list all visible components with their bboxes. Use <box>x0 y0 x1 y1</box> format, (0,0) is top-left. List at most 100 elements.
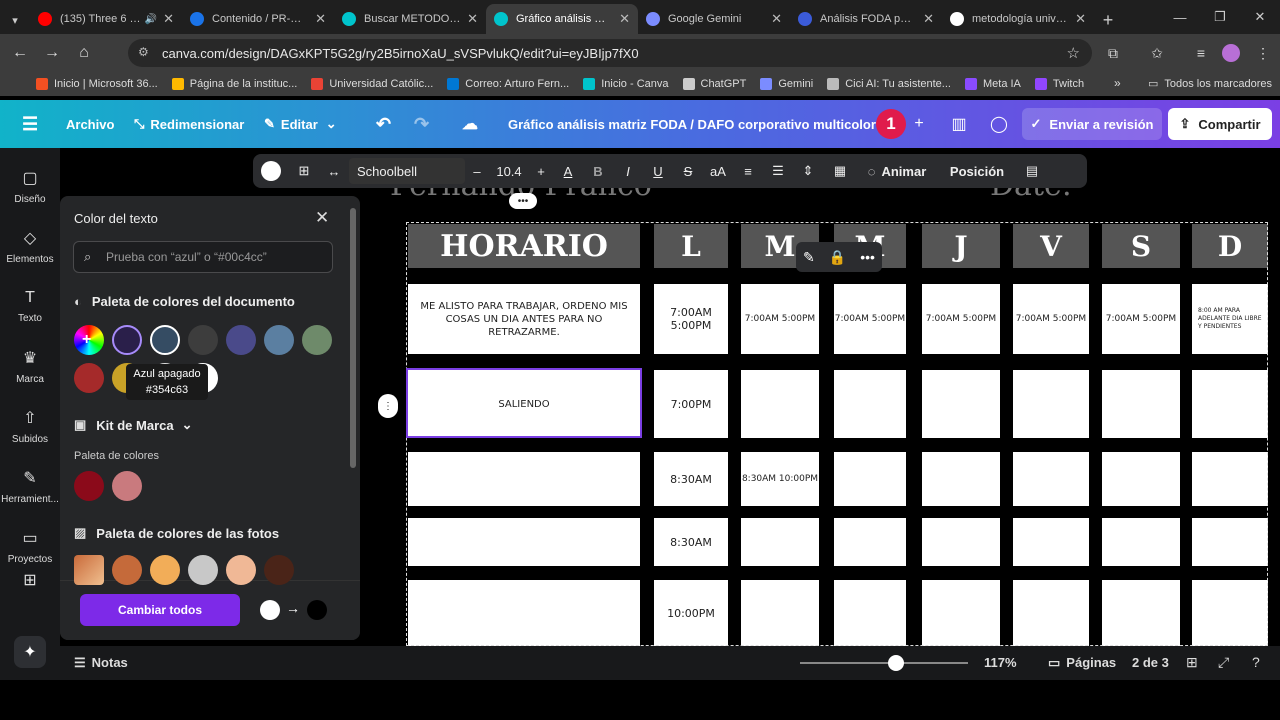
zoom-slider-thumb[interactable] <box>887 655 904 671</box>
undo-icon[interactable]: ↶ <box>376 100 391 148</box>
brand-color-swatch[interactable] <box>74 471 104 501</box>
close-icon[interactable]: ✕ <box>315 208 329 228</box>
analytics-icon[interactable]: ▥ <box>944 109 974 139</box>
rail-text[interactable]: T Texto <box>0 278 60 334</box>
table-icon[interactable]: ⊞ <box>289 154 319 188</box>
zoom-level[interactable]: 117% <box>984 655 1017 670</box>
photo-color-swatch[interactable] <box>112 555 142 585</box>
maximize-icon[interactable]: ❐ <box>1200 0 1240 34</box>
bookmark-star-icon[interactable]: ☆ <box>1067 44 1080 62</box>
italic-icon[interactable]: I <box>613 154 643 188</box>
magic-edit-icon[interactable]: ✎ <box>803 249 815 266</box>
decrease-size-button[interactable]: – <box>465 154 489 188</box>
row-handle[interactable]: ⋮ <box>378 394 398 418</box>
more-options-pill[interactable]: ••• <box>509 193 537 209</box>
media-icon[interactable]: ≡ <box>1186 38 1216 68</box>
photo-color-swatch[interactable] <box>264 555 294 585</box>
brand-color-swatch[interactable] <box>112 471 142 501</box>
menu-archivo[interactable]: Archivo <box>66 100 114 148</box>
gradient-swatch[interactable] <box>112 325 142 355</box>
tab-close-icon[interactable]: ✕ <box>315 11 326 27</box>
site-info-icon[interactable]: ⚙ <box>138 45 154 61</box>
browser-tab[interactable]: Contenido / PR-METO ✕ <box>182 4 334 34</box>
bold-icon[interactable]: B <box>583 154 613 188</box>
notes-button[interactable]: ☰ Notas <box>74 655 128 671</box>
grid-view-icon[interactable]: ⊞ <box>1186 654 1198 671</box>
home-icon[interactable]: ⌂ <box>68 38 100 68</box>
font-size-input[interactable]: 10.4 <box>489 154 529 188</box>
photo-color-swatch[interactable] <box>226 555 256 585</box>
photo-color-swatch[interactable] <box>150 555 180 585</box>
bookmark-item[interactable]: Gemini <box>760 78 813 90</box>
browser-menu-icon[interactable]: ⋮ <box>1248 38 1278 68</box>
column-width-icon[interactable]: ↔ <box>319 154 349 188</box>
text-color-swatch[interactable] <box>253 154 289 188</box>
lock-icon[interactable]: 🔒 <box>829 249 846 266</box>
design-canvas[interactable]: Fernando Franco Date: HORARIOLMMJVSDME A… <box>360 148 1280 646</box>
comment-icon[interactable]: ◯ <box>984 109 1014 139</box>
doc-color-swatch[interactable] <box>302 325 332 355</box>
zoom-slider[interactable] <box>800 662 968 664</box>
rail-tools[interactable]: ✎ Herramient... <box>0 458 60 514</box>
tab-search-chevron-icon[interactable]: ▾ <box>0 6 30 34</box>
bookmark-item[interactable]: Twitch <box>1034 78 1084 90</box>
panel-scrollbar[interactable] <box>350 200 356 636</box>
animate-button[interactable]: ◌ Animar <box>857 154 937 188</box>
browser-tab[interactable]: Google Gemini ✕ <box>638 4 790 34</box>
more-bookmarks-icon[interactable]: » <box>1114 76 1121 90</box>
panel-scroll-thumb[interactable] <box>350 208 356 468</box>
new-tab-button[interactable]: + <box>1094 6 1122 34</box>
rail-elements[interactable]: ◇ Elementos <box>0 218 60 274</box>
bookmark-item[interactable]: Correo: Arturo Fern... <box>447 78 569 90</box>
bookmark-item[interactable]: ChatGPT <box>682 78 746 90</box>
browser-tab[interactable]: (135) Three 6 Ma 🔊 ✕ <box>30 4 182 34</box>
browser-tab[interactable]: Buscar METODOLOG ✕ <box>334 4 486 34</box>
transparency-icon[interactable]: ▦ <box>823 154 857 188</box>
rail-projects[interactable]: ▭ Proyectos <box>0 518 60 574</box>
brand-kit-heading[interactable]: ▣ Kit de Marca ⌄ <box>74 417 193 433</box>
favorites-icon[interactable]: ✩ <box>1142 38 1172 68</box>
share-button[interactable]: ⇪ Compartir <box>1168 108 1272 140</box>
underline-icon[interactable]: U <box>643 154 673 188</box>
document-title[interactable]: Gráfico análisis matriz FODA / DAFO corp… <box>508 100 890 148</box>
list-icon[interactable]: ☰ <box>763 154 793 188</box>
doc-color-swatch[interactable] <box>226 325 256 355</box>
align-center-icon[interactable]: ≡ <box>733 154 763 188</box>
photo-thumbnail[interactable] <box>74 555 104 585</box>
menu-editar[interactable]: ✎ Editar ⌄ <box>264 100 337 148</box>
paint-format-icon[interactable]: ▤ <box>1017 154 1047 188</box>
bookmark-item[interactable]: Página de la instituc... <box>171 78 297 90</box>
tab-close-icon[interactable]: ✕ <box>467 11 478 27</box>
menu-redimensionar[interactable]: ⤡ Redimensionar <box>134 100 244 148</box>
doc-color-swatch[interactable] <box>188 325 218 355</box>
tab-close-icon[interactable]: ✕ <box>923 11 934 27</box>
send-review-button[interactable]: ✓ Enviar a revisión <box>1022 108 1162 140</box>
minimize-icon[interactable]: — <box>1160 0 1200 34</box>
url-input[interactable]: ⚙ canva.com/design/DAGxKPT5G2g/ry2B5irno… <box>128 39 1092 67</box>
strikethrough-icon[interactable]: S <box>673 154 703 188</box>
browser-tab[interactable]: Análisis FODA para h ✕ <box>790 4 942 34</box>
color-search-input[interactable]: ⌕ Prueba con “azul” o “#00c4cc” <box>73 241 333 273</box>
tab-close-icon[interactable]: ✕ <box>1075 11 1086 27</box>
bookmark-item[interactable]: Inicio - Canva <box>583 78 669 90</box>
increase-size-button[interactable]: + <box>529 154 553 188</box>
profile-icon[interactable] <box>1216 38 1246 68</box>
help-icon[interactable]: ? <box>1252 654 1260 670</box>
photo-color-swatch[interactable] <box>188 555 218 585</box>
tab-close-icon[interactable]: ✕ <box>163 11 174 27</box>
browser-tab[interactable]: Gráfico análisis matr ✕ <box>486 4 638 34</box>
redo-icon[interactable]: ↷ <box>414 100 429 148</box>
change-all-button[interactable]: Cambiar todos <box>80 594 240 626</box>
back-icon[interactable]: ← <box>4 38 36 68</box>
doc-color-swatch[interactable] <box>74 363 104 393</box>
spacing-icon[interactable]: ⇕ <box>793 154 823 188</box>
rail-apps[interactable]: ⊞ <box>0 568 60 598</box>
main-menu-icon[interactable]: ☰ <box>22 100 38 148</box>
tab-audio-icon[interactable]: 🔊 <box>145 14 157 25</box>
add-collaborator-icon[interactable]: + <box>904 109 934 139</box>
bookmark-item[interactable]: Universidad Católic... <box>311 78 433 90</box>
more-icon[interactable]: ••• <box>860 249 875 265</box>
avatar[interactable]: 1 <box>876 109 906 139</box>
bookmark-item[interactable]: Cici AI: Tu asistente... <box>827 78 951 90</box>
extensions-icon[interactable]: ⧉ <box>1098 38 1128 68</box>
